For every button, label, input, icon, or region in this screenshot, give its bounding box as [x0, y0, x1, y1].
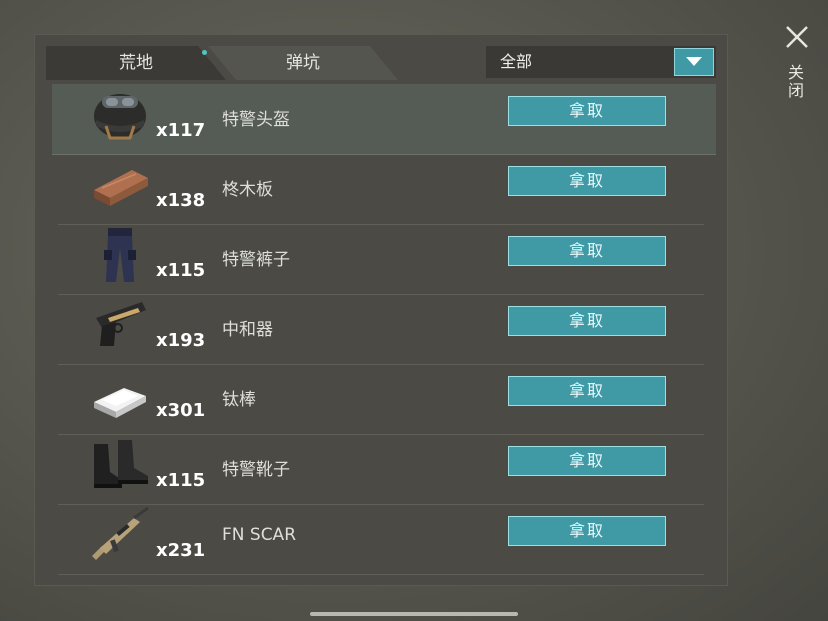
- take-button[interactable]: 拿取: [508, 516, 666, 546]
- item-name: 钛棒: [222, 390, 256, 410]
- tab-wasteland[interactable]: 荒地: [46, 46, 226, 80]
- wood-plank-icon: [88, 156, 152, 214]
- item-quantity: x301: [156, 400, 206, 421]
- chevron-down-icon: [686, 57, 702, 66]
- list-item[interactable]: x117 特警头盔 拿取: [52, 84, 716, 155]
- take-button[interactable]: 拿取: [508, 236, 666, 266]
- item-name: 特警裤子: [222, 250, 290, 270]
- dropdown-toggle-button[interactable]: [674, 48, 714, 76]
- take-button[interactable]: 拿取: [508, 306, 666, 336]
- item-name: 柊木板: [222, 180, 273, 200]
- list-item[interactable]: x193 中和器 拿取: [58, 294, 704, 365]
- list-item[interactable]: x301 钛棒 拿取: [58, 364, 704, 435]
- item-name: 特警头盔: [222, 110, 290, 130]
- item-name: 特警靴子: [222, 460, 290, 480]
- close-label[interactable]: 关闭: [785, 64, 806, 100]
- item-name: FN SCAR: [222, 525, 297, 545]
- take-button[interactable]: 拿取: [508, 166, 666, 196]
- pistol-icon: [88, 296, 152, 354]
- titanium-ingot-icon: [88, 366, 152, 424]
- list-item[interactable]: x138 柊木板 拿取: [58, 154, 704, 225]
- list-item[interactable]: x115 特警裤子 拿取: [58, 224, 704, 295]
- pants-icon: [88, 226, 152, 284]
- take-button[interactable]: 拿取: [508, 96, 666, 126]
- item-quantity: x115: [156, 470, 206, 491]
- notification-dot: [202, 50, 207, 55]
- item-quantity: x117: [156, 120, 206, 141]
- filter-selected-value: 全部: [500, 52, 533, 71]
- tab-crater[interactable]: 弹坑: [208, 46, 398, 80]
- take-button[interactable]: 拿取: [508, 376, 666, 406]
- list-item[interactable]: x231 FN SCAR 拿取: [58, 504, 704, 575]
- loot-panel: 弹坑 荒地 全部 x117 特警头盔 拿取 x138 柊木板 拿取 x115 特…: [34, 34, 728, 586]
- boots-icon: [88, 436, 152, 494]
- close-button[interactable]: [784, 24, 810, 50]
- list-item[interactable]: x115 特警靴子 拿取: [58, 434, 704, 505]
- item-list[interactable]: x117 特警头盔 拿取 x138 柊木板 拿取 x115 特警裤子 拿取 x1…: [34, 84, 728, 586]
- helmet-icon: [88, 86, 152, 144]
- item-name: 中和器: [222, 320, 273, 340]
- filter-dropdown[interactable]: 全部: [486, 46, 716, 78]
- item-quantity: x115: [156, 260, 206, 281]
- item-quantity: x231: [156, 540, 206, 561]
- location-tabs: 弹坑 荒地: [46, 46, 406, 80]
- rifle-icon: [88, 506, 152, 564]
- close-icon: [786, 26, 808, 48]
- item-quantity: x193: [156, 330, 206, 351]
- home-indicator[interactable]: [310, 612, 518, 616]
- item-quantity: x138: [156, 190, 206, 211]
- take-button[interactable]: 拿取: [508, 446, 666, 476]
